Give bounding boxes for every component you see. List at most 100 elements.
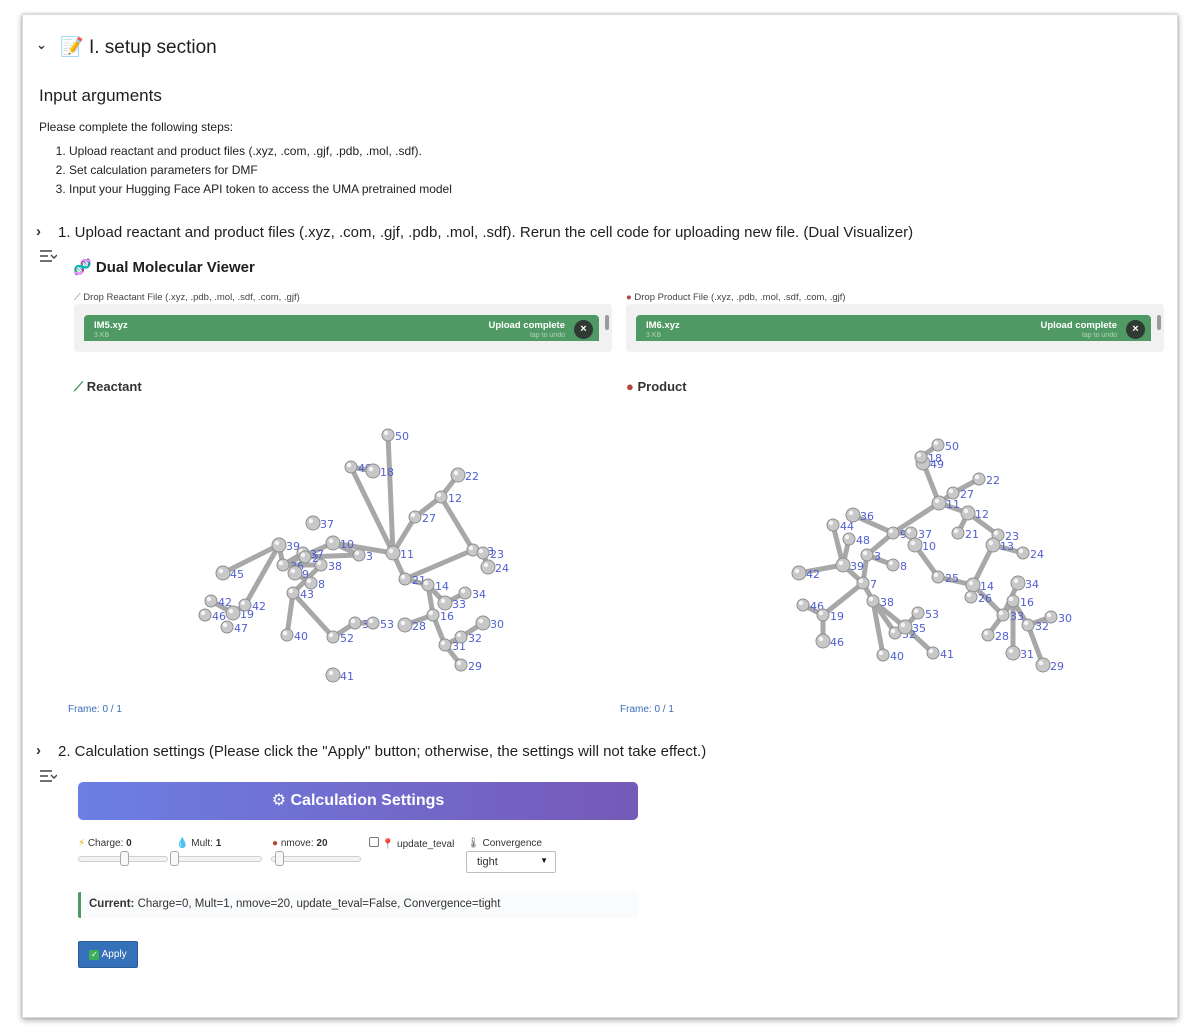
product-remove-file-button[interactable]: × [1126,320,1145,339]
product-atom-label: 21 [965,528,979,541]
expand-chevron-icon[interactable]: › [36,742,41,759]
reactant-atom [434,490,448,504]
product-atom-highlight [933,572,939,578]
product-atom-highlight [878,650,884,656]
expand-chevron-icon[interactable]: › [36,223,41,240]
product-upload-status: Upload complete [1040,320,1117,331]
step-item: Input your Hugging Face API token to acc… [69,180,452,199]
product-atom-label: 33 [1010,610,1024,623]
reactant-dropzone[interactable]: IM5.xyz 3 KB Upload complete tap to undo… [74,304,612,352]
reactant-atom [326,630,340,644]
mult-slider-track[interactable] [170,856,262,862]
upload-cell-title[interactable]: 1. Upload reactant and product files (.x… [58,224,913,241]
reactant-atom-highlight [383,430,389,436]
product-atom-highlight [848,510,854,516]
product-scrollbar[interactable] [1157,315,1161,330]
mult-slider-handle[interactable] [170,851,179,866]
reactant-atom [280,628,294,642]
apply-button[interactable]: ✓ Apply [78,941,138,968]
update-teval-checkbox[interactable] [369,837,379,847]
current-settings-summary: Current: Charge=0, Mult=1, nmove=20, upd… [78,892,638,918]
product-atom-highlight [916,452,922,458]
reactant-atom-highlight [460,588,466,594]
reactant-atom-highlight [436,492,442,498]
reactant-atom-label: 50 [395,430,409,443]
output-toggle-icon[interactable] [39,249,58,266]
product-atom [985,537,1001,553]
product-atom-label: 26 [978,592,992,605]
product-atom-highlight [963,508,969,514]
product-atom-highlight [1038,660,1044,666]
reactant-3d-viewer[interactable]: 4542461947423936373738431040524135531150… [183,405,523,695]
water-drop-icon: 💧 [176,838,189,849]
product-atom-highlight [983,630,989,636]
settings-cell-title[interactable]: 2. Calculation settings (Please click th… [58,743,706,760]
nmove-slider-handle[interactable] [275,851,284,866]
product-atom [904,526,918,540]
reactant-bond [348,464,396,556]
product-atom-label: 7 [870,578,877,591]
product-atom-highlight [890,628,896,634]
product-atom [981,628,995,642]
product-atom [1035,657,1051,673]
product-atom-label: 30 [1058,612,1072,625]
reactant-atom-highlight [288,588,294,594]
convergence-select[interactable]: tight ▼ [466,851,556,873]
reactant-atom [458,586,472,600]
reactant-atom [238,598,252,612]
reactant-atom [325,667,341,683]
reactant-atom-label: 34 [472,588,486,601]
reactant-atom [225,605,241,621]
reactant-atom-highlight [368,618,374,624]
nmove-slider-track[interactable] [271,856,361,862]
reactant-atom-highlight [282,630,288,636]
product-3d-viewer[interactable]: 42461946444839738369 37104052354153495018… [743,405,1083,695]
reactant-atom-label: 24 [495,562,509,575]
product-atom-highlight [1046,612,1052,618]
update-teval-control[interactable]: 📍 update_teval [369,837,454,850]
reactant-atom [286,586,300,600]
product-atom [926,646,940,660]
product-atom-label: 31 [1020,648,1034,661]
product-atom [816,608,830,622]
test-tube-icon: ⟋ [74,379,84,394]
reactant-label-text: Reactant [86,379,142,394]
viewer-title: 🧬 Dual Molecular Viewer [73,258,255,276]
reactant-atom [476,546,490,560]
mult-slider[interactable] [170,851,264,868]
lightning-icon: ⚡ [78,838,86,849]
reactant-atom [276,558,290,572]
collapse-chevron-icon[interactable]: ⌄ [36,37,47,53]
reactant-upload-status: Upload complete [488,320,565,331]
charge-slider[interactable] [78,851,170,868]
reactant-atom [365,463,381,479]
reactant-atom-highlight [328,538,334,544]
flask-icon: ● [626,379,634,394]
product-atom-label: 11 [946,498,960,511]
reactant-atom-highlight [328,670,334,676]
reactant-atom-highlight [478,618,484,624]
reactant-remove-file-button[interactable]: × [574,320,593,339]
product-dropzone[interactable]: IM6.xyz 3 KB Upload complete tap to undo… [626,304,1164,352]
product-atom-highlight [913,608,919,614]
reactant-atom-label: 22 [465,470,479,483]
reactant-scrollbar[interactable] [605,315,609,330]
reactant-atom [352,548,366,562]
reactant-bond [385,432,396,556]
reactant-atom-highlight [354,550,360,556]
mult-label: 💧 Mult: 1 [176,838,221,849]
product-atom-highlight [818,610,824,616]
product-atom-label: 34 [1025,578,1039,591]
product-atom-label: 3 [874,550,881,563]
product-atom-highlight [968,580,974,586]
output-toggle-icon[interactable] [39,769,58,786]
section-title: 📝 I. setup section [60,35,217,59]
product-atom-label: 8 [900,560,907,573]
product-upload-item: IM6.xyz 3 KB Upload complete tap to undo… [636,315,1151,341]
nmove-label: ● nmove: 20 [272,838,328,849]
reactant-atom-label: 38 [328,560,342,573]
product-atom-label: 12 [975,508,989,521]
charge-slider-handle[interactable] [120,851,129,866]
nmove-slider[interactable] [271,851,363,868]
reactant-atom-label: 45 [230,568,244,581]
